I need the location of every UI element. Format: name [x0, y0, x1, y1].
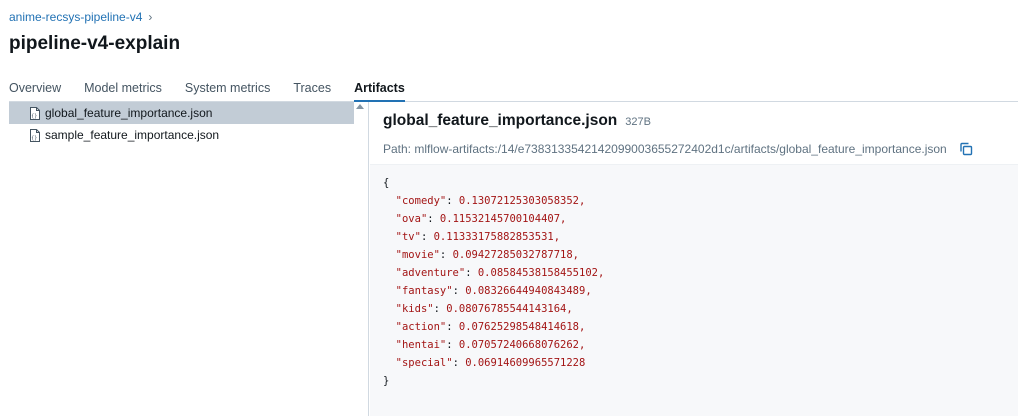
json-entry-line: "action": 0.07625298548414618, — [395, 321, 586, 333]
json-value: 0.13072125303058352, — [458, 195, 586, 207]
json-open-brace: { — [383, 177, 390, 189]
json-key: "ova" — [395, 213, 428, 225]
scroll-up-arrow[interactable] — [356, 104, 364, 109]
file-name: global_feature_importance.json — [45, 106, 213, 120]
json-key: "kids" — [395, 303, 434, 315]
json-value: 0.11532145700104407, — [439, 213, 567, 225]
json-value: 0.06914609965571228 — [465, 357, 586, 369]
svg-text:{}: {} — [31, 113, 37, 119]
json-value: 0.08076785544143164, — [446, 303, 573, 315]
json-entry-line: "fantasy": 0.08326644940843489, — [395, 285, 592, 297]
json-key: "special" — [395, 357, 453, 369]
json-value: 0.08584538158455102, — [477, 267, 605, 279]
tab-overview[interactable]: Overview — [9, 79, 61, 102]
json-entry-line: "tv": 0.11333175882853531, — [395, 231, 561, 243]
artifact-path-row: Path: mlflow-artifacts:/14/e738313354214… — [383, 142, 973, 156]
file-name: sample_feature_importance.json — [45, 128, 220, 142]
json-entry-line: "comedy": 0.13072125303058352, — [395, 195, 586, 207]
file-tree-item[interactable]: {} sample_feature_importance.json — [9, 124, 354, 146]
json-entries: "comedy": 0.13072125303058352, "ova": 0.… — [383, 192, 1005, 372]
json-key: "fantasy" — [395, 285, 453, 297]
artifact-file-tree: {} global_feature_importance.json {} sam… — [9, 102, 369, 416]
tab-artifacts[interactable]: Artifacts — [354, 79, 405, 102]
artifact-name: global_feature_importance.json — [383, 112, 618, 129]
run-page: anime-recsys-pipeline-v4 › pipeline-v4-e… — [0, 0, 1018, 416]
json-value: 0.07625298548414618, — [458, 321, 586, 333]
json-value: 0.08326644940843489, — [465, 285, 592, 297]
json-value: 0.11333175882853531, — [433, 231, 561, 243]
breadcrumb: anime-recsys-pipeline-v4 › — [9, 10, 152, 24]
json-entry-line: "hentai": 0.07057240668076262, — [395, 339, 586, 351]
json-key: "adventure" — [395, 267, 466, 279]
json-file-icon: {} — [29, 128, 41, 142]
json-content-viewer: { "comedy": 0.13072125303058352, "ova": … — [370, 164, 1018, 416]
artifact-preview: global_feature_importance.json 327B Path… — [370, 102, 1018, 416]
tab-model-metrics[interactable]: Model metrics — [84, 79, 162, 102]
json-entry-line: "special": 0.06914609965571228 — [395, 357, 586, 369]
file-tree-item[interactable]: {} global_feature_importance.json — [9, 102, 354, 124]
json-key: "tv" — [395, 231, 421, 243]
json-key: "action" — [395, 321, 447, 333]
copy-icon[interactable] — [959, 142, 973, 156]
tab-bar: Overview Model metrics System metrics Tr… — [9, 79, 1018, 102]
json-key: "hentai" — [395, 339, 447, 351]
json-entry-line: "kids": 0.08076785544143164, — [395, 303, 573, 315]
artifact-header: global_feature_importance.json 327B — [383, 112, 651, 130]
json-entry-line: "movie": 0.09427285032787718, — [395, 249, 580, 261]
json-key: "movie" — [395, 249, 440, 261]
json-entry-line: "adventure": 0.08584538158455102, — [395, 267, 605, 279]
tab-system-metrics[interactable]: System metrics — [185, 79, 270, 102]
breadcrumb-separator: › — [148, 10, 153, 24]
svg-text:{}: {} — [31, 135, 37, 141]
json-close-brace: } — [383, 375, 390, 387]
breadcrumb-experiment-link[interactable]: anime-recsys-pipeline-v4 — [9, 10, 142, 24]
json-key: "comedy" — [395, 195, 447, 207]
json-entry-line: "ova": 0.11532145700104407, — [395, 213, 567, 225]
json-file-icon: {} — [29, 106, 41, 120]
page-title: pipeline-v4-explain — [9, 33, 181, 54]
tab-traces[interactable]: Traces — [293, 79, 331, 102]
json-value: 0.07057240668076262, — [458, 339, 586, 351]
artifact-path: Path: mlflow-artifacts:/14/e738313354214… — [383, 142, 947, 156]
json-value: 0.09427285032787718, — [452, 249, 580, 261]
artifact-size: 327B — [625, 116, 651, 128]
